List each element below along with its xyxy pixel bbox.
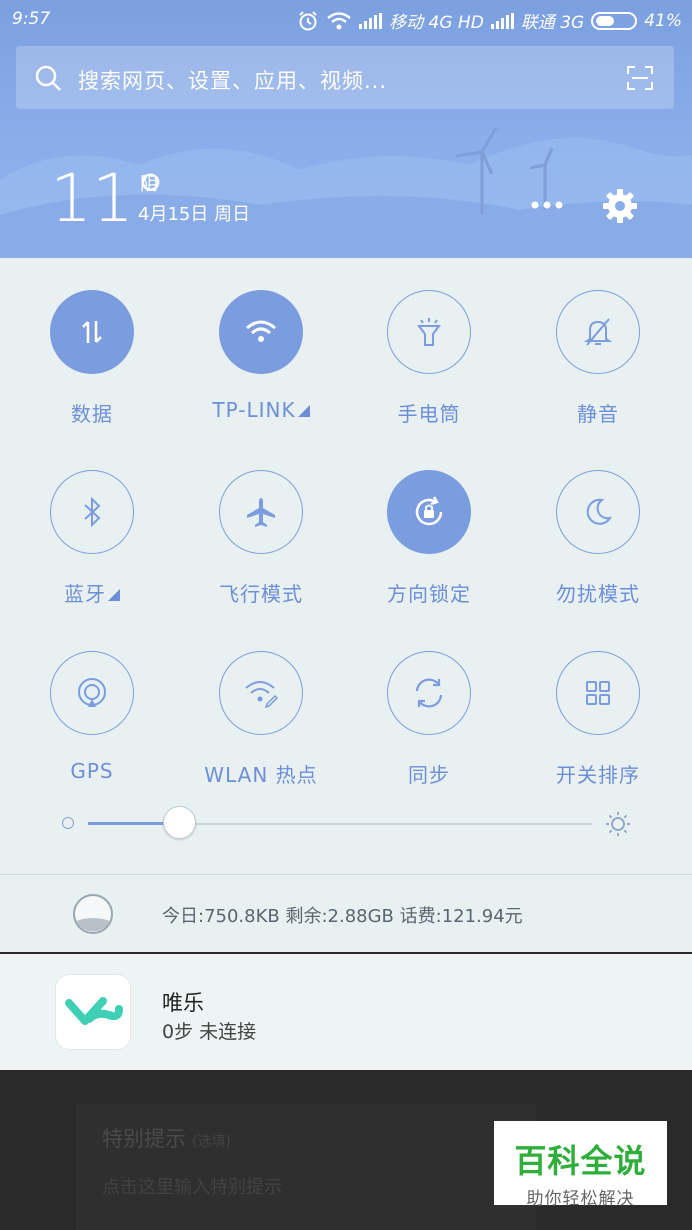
tile-hotspot[interactable]: WLAN 热点 bbox=[177, 651, 345, 788]
quick-settings-panel: 数据 TP-LINK 手电筒 静音 蓝牙 飞行模式 方向锁定 勿扰模式 GPS … bbox=[0, 258, 692, 874]
tile-rotation-lock[interactable]: 方向锁定 bbox=[345, 470, 513, 607]
grid-icon bbox=[586, 681, 610, 705]
sync-icon bbox=[415, 678, 443, 708]
watermark: 百科全说 助你轻松解决 bbox=[494, 1121, 667, 1209]
weather-header: 9:57 移动 4G HD 联通 3G 41% 搜索网页、设置、应用、视频...… bbox=[0, 0, 692, 258]
tile-sort-label: 开关排序 bbox=[556, 763, 640, 787]
flashlight-icon bbox=[417, 318, 441, 346]
background-card-title: 特别提示 (选填) bbox=[102, 1127, 231, 1151]
tile-gps[interactable]: GPS bbox=[8, 651, 176, 783]
notification-title: 唯乐 bbox=[162, 991, 204, 1015]
tile-wifi-circle[interactable] bbox=[219, 290, 303, 374]
battery-icon bbox=[591, 11, 638, 30]
tile-sync[interactable]: 同步 bbox=[345, 651, 513, 788]
mute-bell-icon bbox=[583, 318, 613, 346]
tile-sort[interactable]: 开关排序 bbox=[514, 651, 682, 788]
tile-sync-circle[interactable] bbox=[387, 651, 471, 735]
expand-triangle-icon[interactable] bbox=[108, 589, 120, 601]
tile-airplane-label: 飞行模式 bbox=[219, 582, 303, 606]
tile-flashlight-label: 手电筒 bbox=[397, 402, 461, 426]
tile-data[interactable]: 数据 bbox=[8, 290, 176, 427]
background-card-placeholder: 点击这里输入特别提示 bbox=[102, 1177, 282, 1198]
data-usage-row[interactable]: 今日:750.8KB 剩余:2.88GB 话费:121.94元 bbox=[0, 874, 692, 952]
wifi-icon bbox=[246, 320, 276, 342]
signal-icon bbox=[359, 12, 383, 29]
watermark-title: 百科全说 bbox=[514, 1142, 647, 1180]
weile-logo-icon bbox=[65, 997, 123, 1025]
watermark-subtitle: 助你轻松解决 bbox=[526, 1189, 635, 1209]
tile-wifi-label: TP-LINK bbox=[212, 398, 296, 422]
hotspot-icon bbox=[245, 681, 279, 708]
tile-mute[interactable]: 静音 bbox=[514, 290, 682, 427]
search-icon bbox=[35, 65, 61, 91]
tile-hotspot-label: WLAN 热点 bbox=[204, 763, 318, 787]
app-icon bbox=[55, 974, 131, 1050]
bluetooth-icon bbox=[84, 496, 101, 528]
scan-icon[interactable] bbox=[627, 66, 653, 90]
signal-icon-2 bbox=[490, 12, 514, 29]
background-app-area: 特别提示 (选填) 点击这里输入特别提示 百科全说 助你轻松解决 bbox=[0, 1070, 692, 1230]
tile-rotation-lock-label: 方向锁定 bbox=[387, 582, 471, 606]
alarm-icon bbox=[299, 10, 317, 30]
rotation-lock-icon bbox=[415, 496, 443, 526]
tile-dnd-label: 勿扰模式 bbox=[556, 582, 640, 606]
notification-card[interactable]: 唯乐 0步 未连接 bbox=[0, 954, 692, 1070]
tile-gps-circle[interactable] bbox=[50, 651, 134, 735]
brightness-thumb[interactable] bbox=[162, 806, 196, 839]
data-usage-gauge-icon bbox=[73, 894, 113, 934]
brightness-slider[interactable] bbox=[60, 806, 640, 846]
tile-gps-label: GPS bbox=[70, 759, 114, 783]
battery-percent: 41% bbox=[644, 10, 682, 31]
wifi-status-icon bbox=[327, 11, 351, 29]
search-placeholder: 搜索网页、设置、应用、视频... bbox=[78, 69, 388, 93]
tile-sync-label: 同步 bbox=[408, 763, 450, 787]
tile-flashlight-circle[interactable] bbox=[387, 290, 471, 374]
carrier-2: 联通 3G bbox=[520, 13, 585, 33]
tile-data-label: 数据 bbox=[71, 402, 113, 426]
tile-wifi[interactable]: TP-LINK bbox=[177, 290, 345, 422]
data-usage-text: 今日:750.8KB 剩余:2.88GB 话费:121.94元 bbox=[162, 906, 523, 927]
brightness-high-icon bbox=[606, 812, 630, 836]
background-card-title-hint: (选填) bbox=[192, 1134, 231, 1150]
expand-triangle-icon[interactable] bbox=[297, 405, 310, 417]
tile-dnd-circle[interactable] bbox=[556, 470, 640, 554]
tile-bluetooth[interactable]: 蓝牙 bbox=[8, 470, 176, 607]
more-icon[interactable] bbox=[530, 188, 564, 222]
tile-bluetooth-circle[interactable] bbox=[50, 470, 134, 554]
tile-dnd[interactable]: 勿扰模式 bbox=[514, 470, 682, 607]
tile-flashlight[interactable]: 手电筒 bbox=[345, 290, 513, 427]
moon-icon bbox=[586, 498, 613, 525]
notification-text: 0步 未连接 bbox=[162, 1021, 257, 1043]
tile-airplane-circle[interactable] bbox=[219, 470, 303, 554]
tile-rotation-lock-circle[interactable] bbox=[387, 470, 471, 554]
gear-icon[interactable] bbox=[600, 186, 640, 226]
data-icon bbox=[82, 321, 102, 343]
brightness-low-icon bbox=[62, 817, 74, 829]
search-bar[interactable]: 搜索网页、设置、应用、视频... bbox=[16, 46, 674, 109]
tile-bluetooth-label: 蓝牙 bbox=[64, 582, 106, 606]
gps-icon bbox=[78, 678, 106, 707]
status-time: 9:57 bbox=[12, 9, 51, 29]
weather-condition: 阴 bbox=[140, 174, 158, 195]
tile-data-circle[interactable] bbox=[50, 290, 134, 374]
tile-sort-circle[interactable] bbox=[556, 651, 640, 735]
tile-mute-circle[interactable] bbox=[556, 290, 640, 374]
weather-date: 4月15日 周日 bbox=[138, 204, 251, 225]
tile-airplane[interactable]: 飞行模式 bbox=[177, 470, 345, 607]
airplane-icon bbox=[247, 498, 275, 527]
carrier-1: 移动 4G HD bbox=[389, 13, 484, 33]
status-bar: 9:57 移动 4G HD 联通 3G 41% bbox=[0, 0, 692, 38]
tile-hotspot-circle[interactable] bbox=[219, 651, 303, 735]
tile-mute-label: 静音 bbox=[577, 402, 619, 426]
